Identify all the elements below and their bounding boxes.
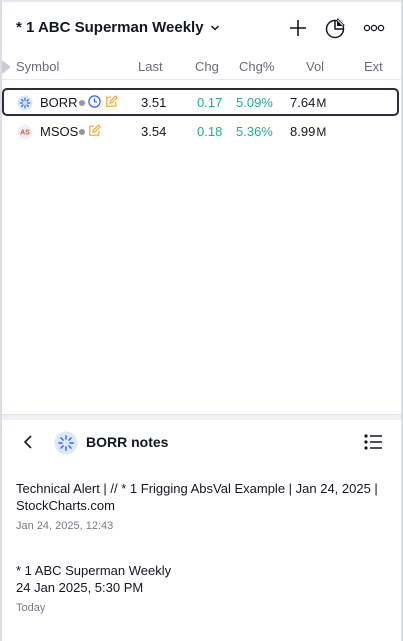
- more-icon: [363, 24, 385, 32]
- note-text: Technical Alert | // * 1 Frigging AbsVal…: [16, 481, 378, 513]
- note-text: * 1 ABC Superman Weekly 24 Jan 2025, 5:3…: [16, 563, 172, 595]
- row-last: 3.51: [141, 95, 167, 110]
- row-vol: 8.99M: [290, 124, 327, 139]
- notes-header: BORR notes: [2, 422, 401, 464]
- watchlist-header: * 1 ABC Superman Weekly: [2, 2, 401, 52]
- row-symbol[interactable]: BORR: [40, 95, 78, 110]
- row-last: 3.54: [141, 124, 167, 139]
- more-options-button[interactable]: [361, 15, 387, 41]
- note-time: Today: [16, 602, 46, 614]
- msos-logo-icon: AS: [17, 124, 33, 140]
- row-vol-unit: M: [316, 96, 327, 110]
- edit-note-icon[interactable]: [88, 124, 101, 137]
- borr-logo-icon: [17, 95, 33, 111]
- row-chg-percent: 5.36%: [236, 124, 273, 139]
- flag-icon[interactable]: [2, 60, 11, 74]
- column-chg[interactable]: Chg: [195, 59, 219, 74]
- svg-text:AS: AS: [20, 130, 30, 137]
- watchlist-title-dropdown[interactable]: * 1 ABC Superman Weekly: [16, 19, 220, 36]
- column-chg-percent[interactable]: Chg%: [239, 59, 274, 74]
- column-header: Symbol Last Chg Chg% Vol Ext: [2, 54, 401, 80]
- table-row-msos[interactable]: AS MSOS 3.54 0.18 5.36% 8.99M: [2, 118, 399, 146]
- row-chg: 0.18: [197, 124, 223, 139]
- panel-resize-handle[interactable]: [2, 414, 401, 420]
- note-time: Jan 24, 2025, 12:43: [16, 520, 114, 532]
- chart-pie-icon: [325, 18, 345, 39]
- column-last[interactable]: Last: [138, 59, 163, 74]
- column-symbol[interactable]: Symbol: [16, 59, 59, 74]
- add-symbol-button[interactable]: [285, 15, 311, 41]
- list-icon[interactable]: [362, 432, 384, 452]
- note-item[interactable]: * 1 ABC Superman Weekly 24 Jan 2025, 5:3…: [16, 562, 386, 614]
- row-vol-unit: M: [316, 125, 327, 139]
- row-vol: 7.64M: [290, 95, 327, 110]
- column-ext[interactable]: Ext: [364, 59, 383, 74]
- back-arrow-icon[interactable]: [18, 431, 38, 453]
- row-chg-percent: 5.09%: [236, 95, 273, 110]
- chevron-down-icon: [210, 24, 219, 31]
- clock-icon[interactable]: [88, 95, 101, 108]
- notes-title: BORR notes: [86, 434, 169, 450]
- edit-note-icon[interactable]: [105, 95, 118, 108]
- row-symbol[interactable]: MSOS: [40, 124, 78, 139]
- table-row-borr[interactable]: BORR 3.51 0.17 5.09% 7.64M: [2, 88, 399, 116]
- advanced-view-button[interactable]: [322, 15, 348, 41]
- status-dot-icon: [79, 129, 85, 135]
- borr-logo-icon: [54, 431, 78, 455]
- plus-icon: [290, 20, 306, 36]
- column-vol[interactable]: Vol: [306, 59, 324, 74]
- note-item[interactable]: Technical Alert | // * 1 Frigging AbsVal…: [16, 480, 386, 532]
- status-dot-icon: [79, 100, 85, 106]
- row-chg: 0.17: [197, 95, 223, 110]
- watchlist-title: * 1 ABC Superman Weekly: [16, 19, 204, 36]
